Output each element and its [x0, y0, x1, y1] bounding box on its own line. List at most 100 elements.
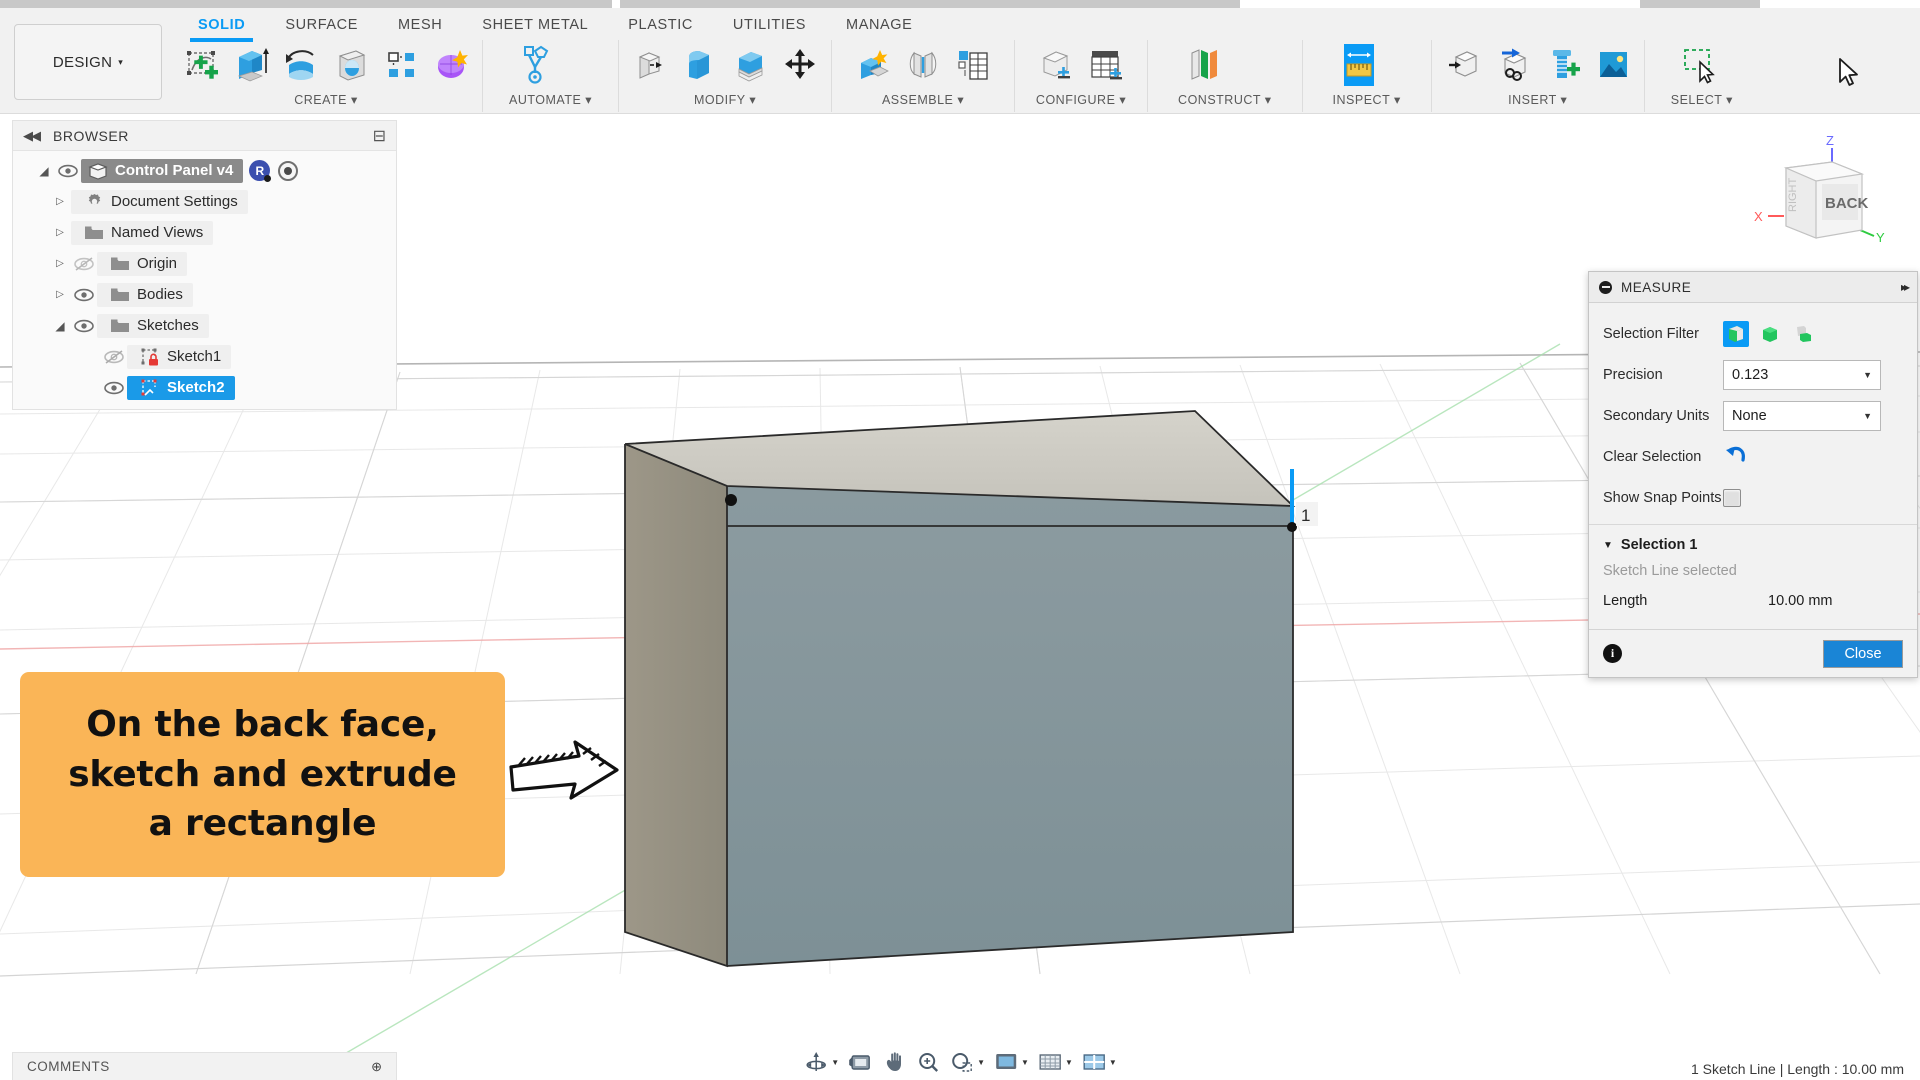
tree-item-bodies[interactable]: ▷ Bodies — [13, 279, 396, 310]
fit-icon[interactable]: ▼ — [946, 1047, 988, 1077]
show-snap-points-checkbox[interactable] — [1723, 489, 1741, 507]
minus-icon[interactable]: ⊟ — [373, 126, 386, 146]
fillet-icon[interactable] — [677, 40, 723, 88]
collapse-left-icon[interactable]: ◀◀ — [23, 128, 39, 144]
assemble-table-icon[interactable] — [950, 40, 996, 88]
extrude-icon[interactable] — [228, 40, 274, 88]
automate-icon[interactable] — [509, 40, 561, 88]
tree-item-sketch1[interactable]: Sketch1 — [13, 341, 396, 372]
shell-icon[interactable] — [727, 40, 773, 88]
collapse-arrow-icon[interactable]: ▷ — [49, 258, 71, 269]
tab-solid[interactable]: SOLID — [178, 12, 265, 38]
tab-utilities[interactable]: UTILITIES — [713, 12, 826, 38]
collapse-arrow-icon[interactable]: ▷ — [49, 196, 71, 207]
visibility-eye-icon[interactable] — [71, 288, 97, 302]
revolve-icon[interactable] — [278, 40, 324, 88]
comment-add-icon[interactable]: ⊕ — [371, 1059, 382, 1075]
undo-arrow-icon[interactable] — [1723, 444, 1747, 470]
pattern-icon[interactable] — [378, 40, 424, 88]
measure-icon[interactable] — [1333, 40, 1385, 88]
tab-mesh[interactable]: MESH — [378, 12, 462, 38]
tab-chip-c — [1640, 0, 1760, 8]
tree-item-named-views[interactable]: ▷ Named Views — [13, 217, 396, 248]
configure-part-icon[interactable] — [1033, 40, 1079, 88]
joint-icon[interactable] — [900, 40, 946, 88]
offset-plane-icon[interactable] — [1178, 40, 1230, 88]
panel-select: SELECT ▾ — [1644, 40, 1759, 112]
grid-snap-icon[interactable]: ▼ — [1034, 1047, 1076, 1077]
selection-note: Sketch Line selected — [1589, 559, 1917, 589]
tab-manage[interactable]: MANAGE — [826, 12, 932, 38]
instruction-line-1: On the back face, — [86, 704, 438, 745]
sketch-icon — [137, 378, 163, 398]
expand-arrow-icon[interactable]: ◢ — [33, 164, 55, 178]
minimize-icon[interactable] — [1599, 281, 1612, 294]
orbit-icon[interactable]: ▼ — [800, 1047, 842, 1077]
workspace-switcher-button[interactable]: DESIGN ▾ — [14, 24, 162, 100]
selection-section-header[interactable]: ▼ Selection 1 — [1589, 525, 1917, 559]
tree-item-sketch2[interactable]: Sketch2 — [13, 372, 396, 403]
expand-arrow-icon[interactable]: ◢ — [49, 319, 71, 333]
visibility-eye-hidden-icon[interactable] — [71, 257, 97, 271]
pan-look-at-icon[interactable] — [844, 1047, 876, 1077]
vertex-filter-icon[interactable] — [1791, 321, 1817, 347]
info-icon[interactable]: i — [1603, 644, 1622, 663]
tree-item-sketches[interactable]: ◢ Sketches — [13, 310, 396, 341]
insert-mcmaster-part-icon[interactable] — [1540, 40, 1586, 88]
tab-surface[interactable]: SURFACE — [265, 12, 378, 38]
measure-dialog-footer: i Close — [1589, 629, 1917, 677]
configure-table-icon[interactable] — [1083, 40, 1129, 88]
expand-right-icon[interactable]: ▸▸ — [1901, 280, 1907, 294]
form-icon[interactable] — [428, 40, 474, 88]
svg-text:1: 1 — [1301, 506, 1310, 525]
insert-canvas-icon[interactable] — [1590, 40, 1636, 88]
collapse-arrow-icon[interactable]: ▷ — [49, 289, 71, 300]
visibility-eye-hidden-icon[interactable] — [101, 350, 127, 364]
secondary-units-select[interactable]: None ▼ — [1723, 401, 1881, 431]
insert-derive-icon[interactable] — [1440, 40, 1486, 88]
row-precision: Precision 0.123 ▼ — [1589, 354, 1917, 395]
selection-filter-label: Selection Filter — [1603, 326, 1723, 342]
tree-item-control-panel[interactable]: ◢ Control Panel v4 R — [13, 155, 396, 186]
ribbon: DESIGN ▾ SOLID SURFACE MESH SHEET METAL … — [0, 8, 1920, 114]
chevron-down-icon: ▼ — [1863, 370, 1872, 380]
insert-mcmaster-icon[interactable] — [1490, 40, 1536, 88]
face-filter-icon[interactable] — [1723, 321, 1749, 347]
hole-icon[interactable] — [328, 40, 374, 88]
new-component-icon[interactable] — [850, 40, 896, 88]
visibility-eye-icon[interactable] — [101, 381, 127, 395]
axis-label-z: Z — [1826, 133, 1834, 148]
select-window-icon[interactable] — [1671, 40, 1723, 88]
row-show-snap-points: Show Snap Points — [1589, 477, 1917, 518]
collapse-arrow-icon[interactable]: ▷ — [49, 227, 71, 238]
view-cube[interactable]: Z X Y BACK RIGHT — [1740, 132, 1900, 262]
tab-plastic[interactable]: PLASTIC — [608, 12, 713, 38]
precision-select[interactable]: 0.123 ▼ — [1723, 360, 1881, 390]
pan-hand-icon[interactable] — [878, 1047, 910, 1077]
tree-item-origin[interactable]: ▷ Origin — [13, 248, 396, 279]
press-pull-icon[interactable] — [627, 40, 673, 88]
panel-insert: INSERT ▾ — [1431, 40, 1644, 112]
activate-component-radio[interactable] — [278, 161, 298, 181]
visibility-eye-icon[interactable] — [71, 319, 97, 333]
hand-drawn-arrow-right-icon — [505, 734, 623, 814]
move-copy-icon[interactable] — [777, 40, 823, 88]
viewport-layout-icon[interactable]: ▼ — [1078, 1047, 1120, 1077]
tab-sheet-metal[interactable]: SHEET METAL — [462, 12, 608, 38]
comments-panel[interactable]: COMMENTS ⊕ — [12, 1052, 397, 1080]
new-sketch-icon[interactable] — [178, 40, 224, 88]
tree-item-document-settings[interactable]: ▷ Document Settings — [13, 186, 396, 217]
zoom-icon[interactable] — [912, 1047, 944, 1077]
body-filter-icon[interactable] — [1757, 321, 1783, 347]
panel-label-modify: MODIFY ▾ — [627, 92, 823, 107]
visibility-eye-icon[interactable] — [55, 164, 81, 178]
panel-configure: CONFIGURE ▾ — [1014, 40, 1147, 112]
comments-label: COMMENTS — [27, 1059, 110, 1074]
chevron-down-icon: ▾ — [118, 57, 123, 68]
display-settings-icon[interactable]: ▼ — [990, 1047, 1032, 1077]
axis-label-y: Y — [1876, 230, 1885, 245]
reference-badge-icon[interactable]: R — [249, 160, 270, 181]
close-button[interactable]: Close — [1823, 640, 1903, 668]
length-label: Length — [1603, 593, 1768, 609]
instruction-text: On the back face, sketch and extrude a r… — [68, 700, 457, 849]
